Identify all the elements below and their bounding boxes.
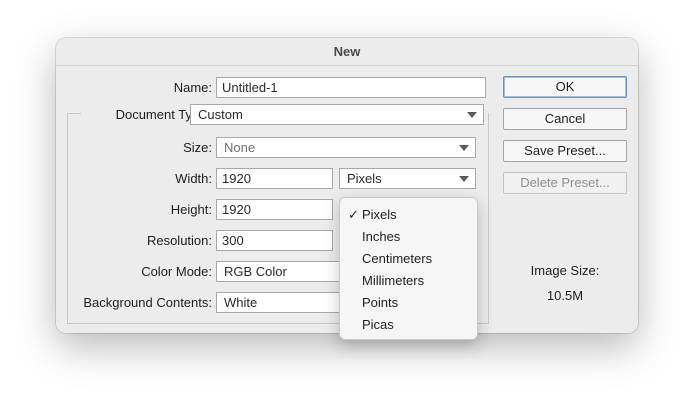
background-contents-label: Background Contents: bbox=[83, 295, 212, 310]
menu-item-label: Inches bbox=[362, 229, 401, 244]
dialog-title: New bbox=[333, 44, 361, 59]
height-field[interactable]: 1920 bbox=[216, 199, 333, 220]
height-label: Height: bbox=[170, 202, 212, 217]
resolution-label: Resolution: bbox=[146, 233, 212, 248]
chevron-down-icon bbox=[467, 112, 477, 118]
ok-button[interactable]: OK bbox=[503, 76, 627, 98]
delete-preset-button[interactable]: Delete Preset... bbox=[503, 172, 627, 194]
menu-item-centimeters[interactable]: Centimeters bbox=[340, 248, 477, 270]
name-label: Name: bbox=[173, 80, 212, 95]
color-mode-value: RGB Color bbox=[224, 264, 287, 279]
menu-item-pixels[interactable]: ✓ Pixels bbox=[340, 204, 477, 226]
save-preset-button[interactable]: Save Preset... bbox=[503, 140, 627, 162]
title-separator bbox=[56, 65, 638, 66]
size-label: Size: bbox=[183, 140, 212, 155]
background-contents-select[interactable]: White bbox=[216, 292, 346, 313]
image-size-label: Image Size: bbox=[530, 263, 600, 278]
resolution-field[interactable]: 300 bbox=[216, 230, 333, 251]
color-mode-label: Color Mode: bbox=[141, 264, 212, 279]
document-type-value: Custom bbox=[198, 107, 243, 122]
menu-item-label: Centimeters bbox=[362, 251, 433, 266]
width-unit-select[interactable]: Pixels bbox=[339, 168, 476, 189]
background-contents-value: White bbox=[224, 295, 258, 310]
width-unit-value: Pixels bbox=[347, 171, 382, 186]
width-field[interactable]: 1920 bbox=[216, 168, 333, 189]
unit-dropdown-menu: ✓ Pixels Inches Centimeters Millimeters … bbox=[339, 197, 478, 340]
checkmark-icon: ✓ bbox=[348, 207, 359, 222]
menu-item-inches[interactable]: Inches bbox=[340, 226, 477, 248]
document-type-select[interactable]: Custom bbox=[190, 104, 484, 125]
menu-item-points[interactable]: Points bbox=[340, 292, 477, 314]
width-label: Width: bbox=[175, 171, 212, 186]
chevron-down-icon bbox=[459, 145, 469, 151]
menu-item-picas[interactable]: Picas bbox=[340, 314, 477, 336]
menu-item-label: Pixels bbox=[362, 207, 397, 222]
menu-item-millimeters[interactable]: Millimeters bbox=[340, 270, 477, 292]
size-select[interactable]: None bbox=[216, 137, 476, 158]
menu-item-label: Points bbox=[362, 295, 399, 310]
chevron-down-icon bbox=[459, 176, 469, 182]
cancel-button[interactable]: Cancel bbox=[503, 108, 627, 130]
menu-item-label: Picas bbox=[362, 317, 394, 332]
image-size-value: 10.5M bbox=[546, 288, 584, 303]
size-value: None bbox=[224, 140, 256, 155]
menu-item-label: Millimeters bbox=[362, 273, 425, 288]
color-mode-select[interactable]: RGB Color bbox=[216, 261, 346, 282]
name-field[interactable]: Untitled-1 bbox=[216, 77, 486, 98]
